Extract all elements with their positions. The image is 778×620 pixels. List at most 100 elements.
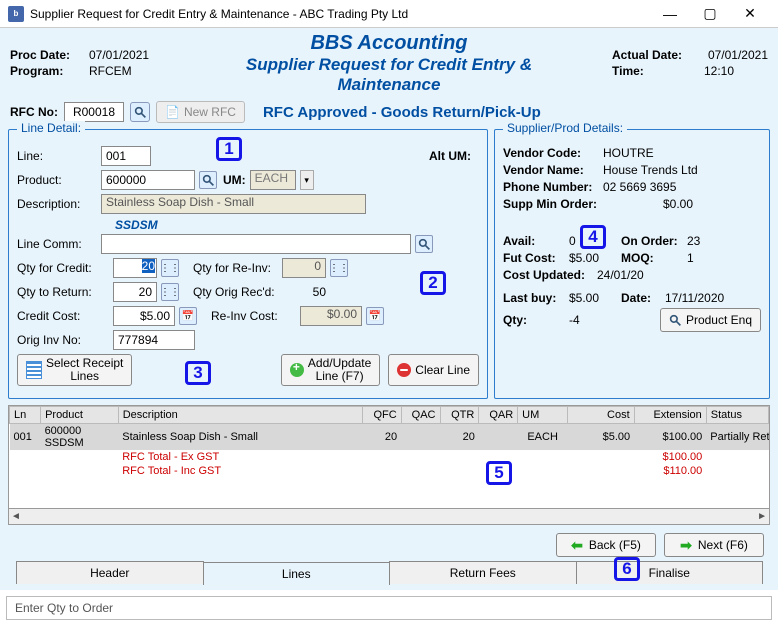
arrow-right-icon: ➡ [680,537,692,554]
rfc-no-label: RFC No: [10,105,58,119]
close-button[interactable]: ✕ [730,5,770,22]
supplier-prod-group: Supplier/Prod Details: Vendor Code:HOUTR… [494,129,770,399]
next-label: Next (F6) [698,538,748,552]
product-enq-button[interactable]: Product Enq [660,308,761,332]
col-desc[interactable]: Description [118,407,362,424]
back-button[interactable]: ⬅ Back (F5) [556,533,656,557]
header-info: Proc Date:07/01/2021 Program:RFCEM BBS A… [0,28,778,97]
qty-for-reinv-input[interactable]: 0 [282,258,326,278]
vendor-code-label: Vendor Code: [503,146,599,160]
phone: 02 5669 3695 [603,180,676,194]
vendor-name: House Trends Ltd [603,163,698,177]
scroll-right-icon[interactable]: ► [757,511,767,522]
list-icon [26,361,42,379]
maximize-button[interactable]: ▢ [690,5,730,22]
rfc-search-icon[interactable] [130,102,150,122]
back-label: Back (F5) [589,538,641,552]
vendor-name-label: Vendor Name: [503,163,599,177]
col-qfc[interactable]: QFC [362,407,401,424]
um-select[interactable]: EACH [250,170,296,190]
col-status[interactable]: Status [706,407,768,424]
credit-cost-input[interactable] [113,306,175,326]
clear-line-button[interactable]: Clear Line [388,354,479,386]
supp-min-order: $0.00 [663,197,693,211]
supp-min-order-label: Supp Min Order: [503,197,599,211]
col-ln[interactable]: Ln [10,407,41,424]
rfc-no-input[interactable] [64,102,124,122]
qty-for-credit-input[interactable]: 20 [113,258,157,278]
um-label: UM: [223,173,246,187]
horizontal-scrollbar[interactable]: ◄ ► [8,509,770,525]
col-ext[interactable]: Extension [634,407,706,424]
moq: 1 [687,251,694,265]
lines-table[interactable]: Ln Product Description QFC QAC QTR QAR U… [8,405,770,509]
clear-line-label: Clear Line [415,363,470,377]
line-detail-group: Line Detail: Line: Alt UM: Product: UM: … [8,129,488,399]
tab-lines[interactable]: Lines [203,562,391,585]
proc-date-label: Proc Date: [10,48,85,62]
col-cost[interactable]: Cost [568,407,635,424]
col-um[interactable]: UM [518,407,568,424]
minimize-button[interactable]: — [650,6,690,22]
reinv-cost-label: Re-Inv Cost: [211,309,296,323]
description-field: Stainless Soap Dish - Small [101,194,366,214]
new-rfc-label: New RFC [184,105,236,119]
rfc-bar: RFC No: 📄 New RFC RFC Approved - Goods R… [0,97,778,129]
table-row[interactable]: 001 600000SSDSM Stainless Soap Dish - Sm… [10,424,769,451]
new-rfc-button[interactable]: 📄 New RFC [156,101,245,123]
line-input[interactable] [101,146,151,166]
add-update-line-button[interactable]: Add/UpdateLine (F7) [281,354,380,386]
tab-header[interactable]: Header [16,561,204,584]
total-row-inc: RFC Total - Inc GST $110.00 [10,464,769,478]
app-title: BBS Accounting [200,32,579,55]
time: 12:10 [698,64,768,78]
line-detail-legend: Line Detail: [17,121,85,135]
ric-calc-icon[interactable]: 📅 [366,307,384,325]
col-product[interactable]: Product [41,407,119,424]
reinv-cost-input[interactable]: $0.00 [300,306,362,326]
qty-orig-recd: 50 [282,285,326,299]
col-qtr[interactable]: QTR [440,407,479,424]
new-rfc-icon: 📄 [165,105,180,119]
scroll-left-icon[interactable]: ◄ [11,511,21,522]
col-qac[interactable]: QAC [401,407,440,424]
select-receipt-lines-button[interactable]: Select ReceiptLines [17,354,132,386]
orig-inv-no-input[interactable] [113,330,195,350]
product-input[interactable] [101,170,195,190]
qty: -4 [569,313,617,327]
select-receipt-lines-label: Select ReceiptLines [46,357,123,383]
alt-um-label: Alt UM: [429,149,479,163]
line-comm-label: Line Comm: [17,237,97,251]
tab-finalise[interactable]: Finalise [576,561,764,584]
um-dropdown-icon[interactable]: ▾ [300,170,314,190]
qfc-calc-icon[interactable]: ⋮⋮ [161,259,179,277]
cc-calc-icon[interactable]: 📅 [179,307,197,325]
last-buy-label: Last buy: [503,291,565,305]
col-qar[interactable]: QAR [479,407,518,424]
window-title: Supplier Request for Credit Entry & Main… [30,7,408,21]
tab-return-fees[interactable]: Return Fees [389,561,577,584]
rfc-status: RFC Approved - Goods Return/Pick-Up [263,104,541,121]
total-row-ex: RFC Total - Ex GST $100.00 [10,450,769,464]
tabs: Header Lines Return Fees Finalise [16,561,762,584]
cost-updated-label: Cost Updated: [503,268,593,282]
on-order-label: On Order: [621,234,683,248]
last-buy-date: 17/11/2020 [665,291,724,305]
line-label: Line: [17,149,97,163]
cost-updated: 24/01/20 [597,268,644,282]
next-button[interactable]: ➡ Next (F6) [664,533,764,557]
actual-date: 07/01/2021 [698,48,768,62]
line-comm-input[interactable] [101,234,411,254]
product-search-icon[interactable] [199,171,217,189]
date-label: Date: [621,291,661,305]
qtr-calc-icon[interactable]: ⋮⋮ [161,283,179,301]
actual-date-label: Actual Date: [612,48,694,62]
screen-title: Supplier Request for Credit Entry & Main… [200,55,579,95]
qri-calc-icon[interactable]: ⋮⋮ [330,259,348,277]
line-comm-search-icon[interactable] [415,235,433,253]
qty-to-return-input[interactable] [113,282,157,302]
cell-product: 600000SSDSM [41,424,119,451]
add-update-line-label: Add/UpdateLine (F7) [308,357,371,383]
status-bar: Enter Qty to Order [6,596,772,620]
product-enq-label: Product Enq [686,313,752,327]
